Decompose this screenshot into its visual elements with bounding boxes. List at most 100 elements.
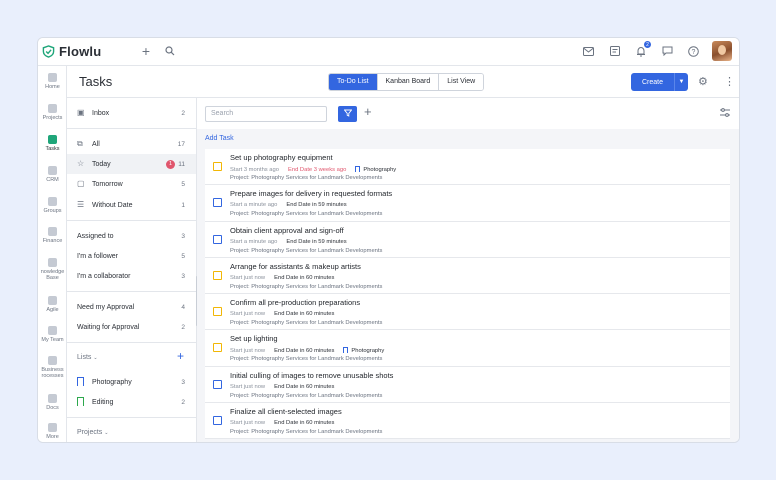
task-title[interactable]: Arrange for assistants & makeup artists xyxy=(230,262,361,271)
app-window: Flowlu + 2 ? Home Projects Tasks CRM Gro… xyxy=(37,37,740,443)
add-icon[interactable]: + xyxy=(364,104,372,119)
lists-section-header[interactable]: Lists ⌄ xyxy=(77,354,98,361)
sidebar-item-tomorrow[interactable]: ▢ Tomorrow 5 xyxy=(67,174,196,194)
search-input[interactable]: Search xyxy=(205,106,327,122)
task-meta: Start 3 months ago End Date 3 weeks ago Ph… xyxy=(230,167,397,173)
nav-finance[interactable]: Finance xyxy=(38,227,67,244)
page-header: Tasks To-Do List Kanban Board List View … xyxy=(67,66,739,98)
finance-icon xyxy=(48,227,57,236)
task-title[interactable]: Finalize all client-selected images xyxy=(230,407,342,416)
overdue-badge: 1 xyxy=(166,159,175,169)
task-row[interactable]: Set up photography equipment Start 3 mon… xyxy=(205,149,730,186)
nav-business-processes[interactable]: Business rocesses xyxy=(38,356,67,379)
nav-home[interactable]: Home xyxy=(38,73,67,90)
filter-icon xyxy=(343,109,352,117)
knowledge-base-icon xyxy=(48,258,57,267)
task-checkbox[interactable] xyxy=(213,307,222,317)
main-content: Search + Add Task Set up photography equ… xyxy=(197,98,739,442)
nav-groups[interactable]: Groups xyxy=(38,197,67,214)
divider xyxy=(67,417,196,418)
sidebar-item-assigned-to[interactable]: Assigned to 3 xyxy=(67,226,196,246)
task-row[interactable]: Finalize all client-selected images Star… xyxy=(205,403,730,440)
list-icon: ☰ xyxy=(77,200,85,209)
filter-button[interactable] xyxy=(338,106,357,122)
task-checkbox[interactable] xyxy=(213,270,222,280)
task-project: Project: Photography Services for Landma… xyxy=(230,283,383,290)
sliders-icon[interactable] xyxy=(720,108,730,119)
divider xyxy=(67,128,196,129)
sidebar-item-all[interactable]: ⧉ All 17 xyxy=(67,134,196,154)
task-checkbox[interactable] xyxy=(213,234,222,244)
list-tag[interactable]: Photography xyxy=(343,348,384,354)
task-project: Project: Photography Services for Landma… xyxy=(230,211,383,218)
sidebar-item-need-approval[interactable]: Need my Approval 4 xyxy=(67,297,196,317)
gear-icon[interactable]: ⚙ xyxy=(698,75,708,88)
task-row[interactable]: Prepare images for delivery in requested… xyxy=(205,185,730,222)
more-icon xyxy=(48,423,57,432)
star-icon: ☆ xyxy=(77,159,85,168)
notification-badge: 2 xyxy=(644,41,651,48)
task-title[interactable]: Initial culling of images to remove unus… xyxy=(230,371,393,380)
sidebar-item-list-editing[interactable]: Editing 2 xyxy=(67,392,196,412)
inbox-icon: ▣ xyxy=(77,108,85,117)
sidebar-item-without-date[interactable]: ☰ Without Date 1 xyxy=(67,195,196,215)
list-tag[interactable]: Photography xyxy=(355,167,396,173)
mail-icon[interactable] xyxy=(581,44,595,58)
sidebar-item-today[interactable]: ☆ Today 1 11 xyxy=(67,154,196,174)
tab-list-view[interactable]: List View xyxy=(439,74,484,90)
task-project: Project: Photography Services for Landma… xyxy=(230,175,383,181)
task-title[interactable]: Obtain client approval and sign-off xyxy=(230,226,344,235)
nav-agile[interactable]: Agile xyxy=(38,296,67,313)
chat-icon[interactable] xyxy=(660,44,674,58)
task-row[interactable]: Set up lighting Start just now End Date i… xyxy=(205,330,730,367)
projects-section-header[interactable]: Projects ⌄ xyxy=(77,429,108,436)
task-title[interactable]: Set up photography equipment xyxy=(230,153,333,162)
create-button-label: Create xyxy=(641,78,663,86)
search-icon[interactable] xyxy=(163,44,177,58)
nav-tasks[interactable]: Tasks xyxy=(38,135,67,152)
task-checkbox[interactable] xyxy=(213,198,222,208)
notes-icon[interactable] xyxy=(608,44,622,58)
task-row[interactable]: Arrange for assistants & makeup artists … xyxy=(205,258,730,295)
divider xyxy=(67,291,196,292)
sidebar-item-inbox[interactable]: ▣ Inbox 2 xyxy=(67,103,196,123)
help-icon[interactable]: ? xyxy=(686,44,700,58)
task-checkbox[interactable] xyxy=(213,379,222,389)
add-icon[interactable]: + xyxy=(139,43,153,59)
task-toolbar: Search + xyxy=(197,98,739,129)
user-avatar[interactable] xyxy=(712,41,732,61)
sidebar-item-list-photography[interactable]: Photography 3 xyxy=(67,372,196,392)
task-checkbox[interactable] xyxy=(213,162,222,171)
nav-my-team[interactable]: My Team xyxy=(38,326,67,343)
page-title: Tasks xyxy=(79,74,113,89)
sidebar-item-follower[interactable]: I'm a follower 5 xyxy=(67,246,196,266)
task-row[interactable]: Confirm all pre-production preparations … xyxy=(205,294,730,331)
add-list-icon[interactable]: + xyxy=(177,349,184,363)
bell-icon[interactable]: 2 xyxy=(634,41,651,58)
task-row[interactable]: Initial culling of images to remove unus… xyxy=(205,367,730,404)
task-meta: Start a minute ago End Date in 59 minutes xyxy=(230,238,347,245)
task-checkbox[interactable] xyxy=(213,416,222,426)
nav-more[interactable]: More xyxy=(38,423,67,440)
chevron-down-icon[interactable]: ▼ xyxy=(674,73,688,91)
nav-projects[interactable]: Projects xyxy=(38,104,67,121)
task-project: Project: Photography Services for Landma… xyxy=(230,320,383,327)
tab-kanban-board[interactable]: Kanban Board xyxy=(377,74,440,90)
sidebar-item-collaborator[interactable]: I'm a collaborator 3 xyxy=(67,266,196,286)
sidebar-item-waiting-approval[interactable]: Waiting for Approval 2 xyxy=(67,317,196,337)
task-title[interactable]: Prepare images for delivery in requested… xyxy=(230,189,392,198)
business-processes-icon xyxy=(48,356,57,365)
nav-knowledge-base[interactable]: nowledge Base xyxy=(38,258,67,281)
add-task-link[interactable]: Add Task xyxy=(205,135,234,142)
logo[interactable]: Flowlu xyxy=(42,44,101,59)
more-vertical-icon[interactable]: ⋮ xyxy=(724,75,735,88)
task-row[interactable]: Obtain client approval and sign-off Star… xyxy=(205,222,730,258)
task-title[interactable]: Set up lighting xyxy=(230,334,278,343)
tab-to-do-list[interactable]: To-Do List xyxy=(329,74,378,90)
task-title[interactable]: Confirm all pre-production preparations xyxy=(230,298,360,307)
task-checkbox[interactable] xyxy=(213,343,222,353)
create-button[interactable]: Create ▼ xyxy=(631,73,688,91)
all-tasks-icon: ⧉ xyxy=(77,139,83,148)
nav-docs[interactable]: Docs xyxy=(38,394,67,411)
nav-crm[interactable]: CRM xyxy=(38,166,67,183)
